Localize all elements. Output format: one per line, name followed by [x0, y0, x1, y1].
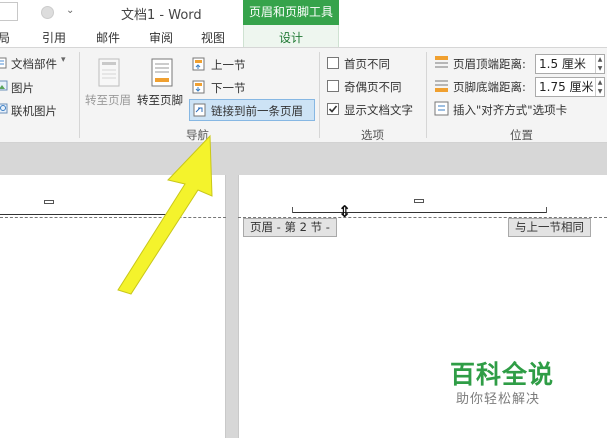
- margin-corner-mark: [292, 207, 293, 213]
- position-group-label: 位置: [510, 128, 533, 142]
- footer-spinner-icon[interactable]: ▲ ▼: [595, 78, 604, 96]
- annotation-arrow-icon: [117, 134, 213, 295]
- online-pictures-button[interactable]: 联机图片: [11, 103, 57, 119]
- footer-from-bottom-value: 1.75 厘米: [539, 80, 594, 94]
- checkmark-icon: [328, 105, 338, 113]
- header-from-top-value: 1.5 厘米: [539, 57, 586, 71]
- next-section-icon: [192, 80, 205, 94]
- insert-alignment-tab-button[interactable]: 插入"对齐方式"选项卡: [453, 102, 567, 118]
- same-as-previous-tag: 与上一节相同: [508, 218, 591, 237]
- resize-cursor-icon: ⇕: [338, 202, 352, 221]
- header-paragraph-mark: [44, 200, 54, 204]
- show-document-text-label: 显示文档文字: [344, 103, 413, 117]
- goto-footer-icon: [151, 58, 173, 87]
- tab-review[interactable]: 审阅: [149, 29, 173, 46]
- different-first-page-checkbox[interactable]: [327, 57, 339, 69]
- header-section-tag: 页眉 - 第 2 节 -: [243, 218, 337, 237]
- different-first-page-label: 首页不同: [344, 57, 390, 71]
- doc-parts-dropdown-icon[interactable]: ▾: [61, 55, 66, 65]
- header-underline: [292, 212, 547, 213]
- quick-access-circle-icon[interactable]: [41, 6, 54, 19]
- online-pictures-icon: [0, 103, 8, 114]
- tab-mailings[interactable]: 邮件: [96, 29, 120, 46]
- tab-home-partial[interactable]: 局: [0, 29, 10, 46]
- doc-parts-icon: [0, 57, 7, 69]
- insert-alignment-tab-icon: [434, 101, 449, 116]
- goto-header-icon: [98, 58, 120, 87]
- group-separator: [319, 52, 320, 138]
- next-section-button[interactable]: 下一节: [211, 80, 246, 96]
- header-from-top-input[interactable]: 1.5 厘米 ▲ ▼: [535, 54, 605, 74]
- context-tab-group: 页眉和页脚工具: [243, 0, 339, 25]
- page-current: [238, 175, 607, 438]
- watermark-slogan: 助你轻松解决: [456, 392, 541, 407]
- quick-access-box[interactable]: [0, 2, 18, 21]
- tab-design[interactable]: 设计: [279, 29, 303, 46]
- header-from-top-label: 页眉顶端距离:: [453, 57, 526, 71]
- link-to-previous-label: 链接到前一条页眉: [211, 104, 303, 118]
- tab-references[interactable]: 引用: [42, 29, 66, 46]
- link-chain-icon: [193, 103, 206, 117]
- different-odd-even-label: 奇偶页不同: [344, 80, 402, 94]
- footer-from-bottom-label: 页脚底端距离:: [453, 80, 526, 94]
- footer-position-icon: [435, 80, 448, 92]
- pictures-button[interactable]: 图片: [11, 80, 34, 96]
- show-document-text-checkbox[interactable]: [327, 103, 339, 115]
- goto-header-button[interactable]: 转至页眉: [85, 92, 131, 108]
- header-spinner-icon[interactable]: ▲ ▼: [595, 55, 604, 73]
- different-odd-even-checkbox[interactable]: [327, 80, 339, 92]
- group-separator: [426, 52, 427, 138]
- doc-parts-button[interactable]: 文档部件: [11, 56, 57, 72]
- options-group-label: 选项: [361, 128, 384, 142]
- goto-footer-button[interactable]: 转至页脚: [137, 92, 183, 108]
- quick-access-menu-icon[interactable]: ⌄: [66, 5, 74, 16]
- group-separator: [79, 52, 80, 138]
- pictures-icon: [0, 80, 8, 91]
- document-title: 文档1 - Word: [121, 8, 202, 23]
- header-paragraph-mark: [414, 199, 424, 203]
- header-position-icon: [435, 56, 448, 68]
- previous-section-icon: [192, 57, 205, 71]
- watermark-brand: 百科全说: [450, 360, 555, 389]
- footer-from-bottom-input[interactable]: 1.75 厘米 ▲ ▼: [535, 77, 605, 97]
- link-to-previous-button[interactable]: 链接到前一条页眉: [189, 99, 315, 121]
- previous-section-button[interactable]: 上一节: [211, 57, 246, 73]
- margin-corner-mark: [546, 207, 547, 213]
- tab-view[interactable]: 视图: [201, 29, 225, 46]
